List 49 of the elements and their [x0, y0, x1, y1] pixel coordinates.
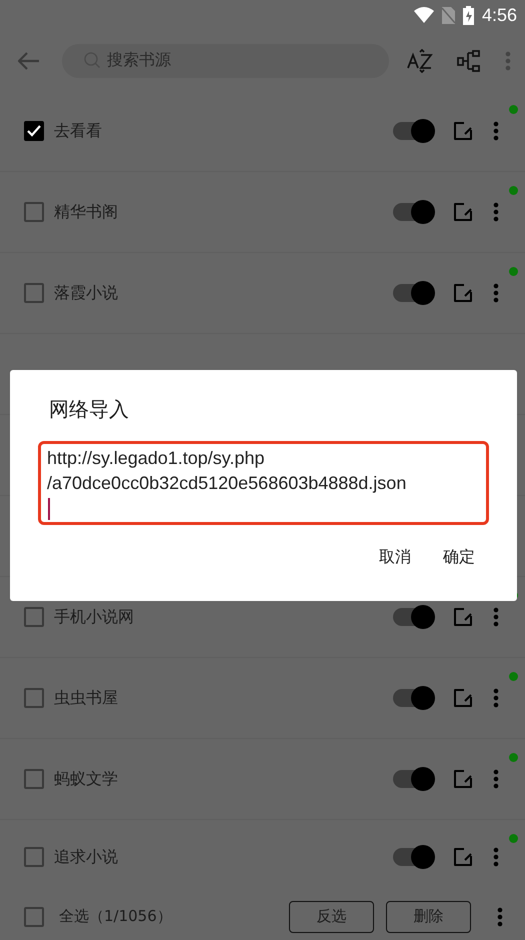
edit-icon[interactable]: [453, 769, 473, 789]
checkbox[interactable]: [24, 283, 44, 303]
source-name: 手机小说网: [54, 606, 135, 628]
group-icon[interactable]: [457, 50, 481, 72]
toggle-switch[interactable]: [393, 689, 433, 707]
checkbox[interactable]: [24, 769, 44, 789]
edit-icon[interactable]: [453, 847, 473, 867]
checkbox[interactable]: [24, 688, 44, 708]
source-name: 追求小说: [54, 846, 119, 868]
edit-icon[interactable]: [453, 202, 473, 222]
more-icon[interactable]: [493, 769, 499, 789]
source-name: 落霞小说: [54, 282, 119, 304]
checkbox[interactable]: [24, 607, 44, 627]
more-icon[interactable]: [493, 283, 499, 303]
source-name: 精华书阁: [54, 202, 119, 222]
checkbox[interactable]: [24, 847, 44, 867]
toggle-switch[interactable]: [393, 848, 433, 866]
more-icon[interactable]: [493, 847, 499, 867]
dialog-title: 网络导入: [49, 396, 130, 423]
battery-charging-icon: [462, 6, 474, 24]
no-sim-icon: [442, 6, 455, 24]
more-icon[interactable]: [493, 202, 499, 222]
more-icon[interactable]: [493, 607, 499, 627]
source-name: 虫虫书屋: [54, 688, 119, 708]
source-name: 蚂蚁文学: [54, 768, 119, 790]
checkbox[interactable]: [24, 202, 44, 222]
source-name: 去看看: [54, 120, 103, 142]
dialog-button[interactable]: 确定: [433, 539, 485, 576]
dialog-button[interactable]: 取消: [369, 539, 421, 576]
toggle-switch[interactable]: [393, 608, 433, 626]
more-icon[interactable]: [497, 906, 503, 926]
more-icon[interactable]: [493, 688, 499, 708]
clock: 4:56: [482, 4, 517, 26]
edit-icon[interactable]: [453, 283, 473, 303]
edit-icon[interactable]: [453, 607, 473, 627]
edit-icon[interactable]: [453, 121, 473, 141]
select-all-checkbox[interactable]: [24, 906, 44, 926]
toggle-switch[interactable]: [393, 122, 433, 140]
wifi-icon: [414, 7, 434, 23]
edit-icon[interactable]: [453, 688, 473, 708]
checkbox[interactable]: [24, 121, 44, 141]
more-icon[interactable]: [493, 121, 499, 141]
back-icon[interactable]: [18, 52, 40, 70]
select-all-label: 全选（1/1056）: [59, 907, 173, 926]
toggle-switch[interactable]: [393, 770, 433, 788]
toggle-switch[interactable]: [393, 203, 433, 221]
toggle-switch[interactable]: [393, 284, 433, 302]
url-field[interactable]: http://sy.legado1.top/sy.php /a70dce0cc0b32cd5120e568603b4888d.json: [38, 441, 489, 525]
sort-icon[interactable]: [407, 48, 433, 72]
